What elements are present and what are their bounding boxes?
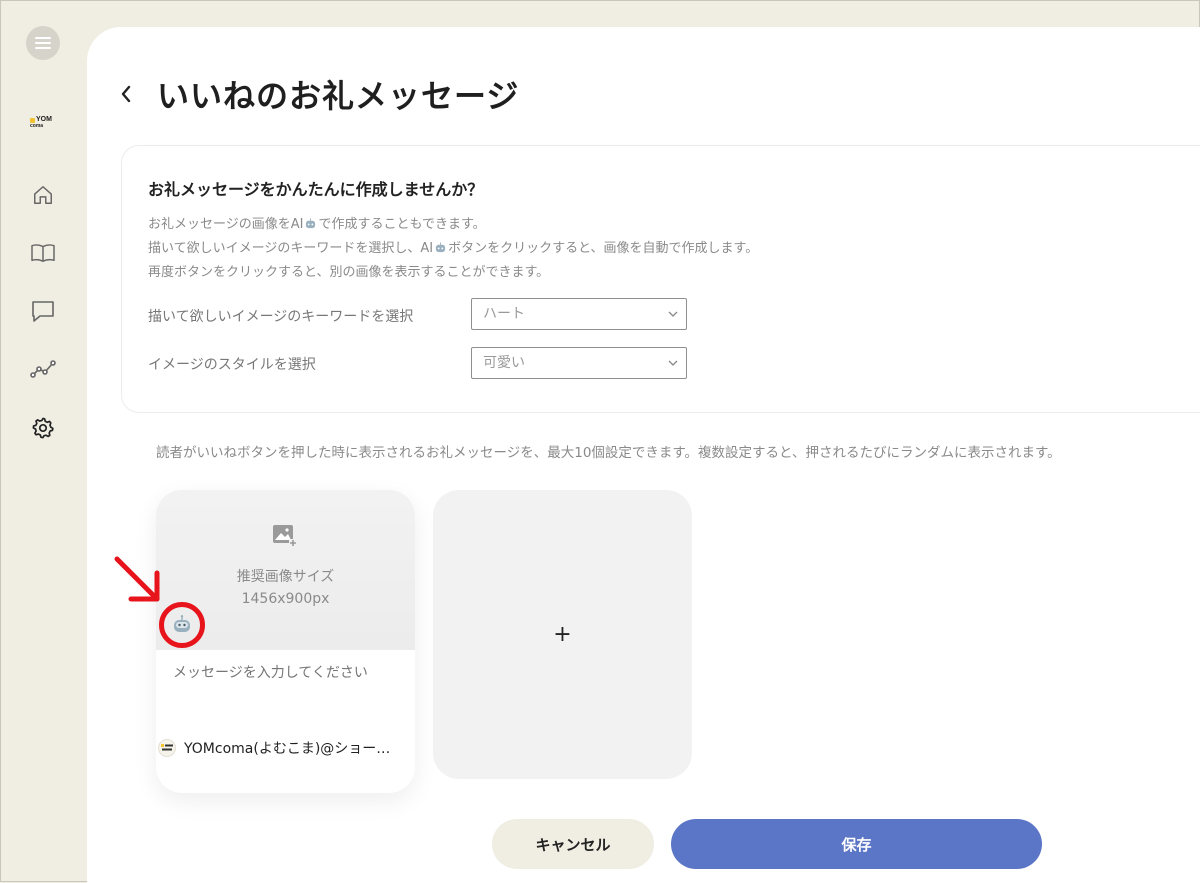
ai-bot-icon xyxy=(435,242,446,253)
yomcoma-logo[interactable]: YOM coma xyxy=(30,116,60,131)
plus-icon: + xyxy=(553,622,572,647)
ai-bot-icon xyxy=(306,218,316,229)
generator-description: お礼メッセージの画像をAI で作成することもできます。 描いて欲しいイメージのキー… xyxy=(148,217,759,280)
hamburger-menu-button[interactable] xyxy=(26,26,60,60)
chevron-down-icon xyxy=(668,360,678,366)
analytics-icon xyxy=(30,360,56,378)
add-message-card[interactable]: + xyxy=(433,490,692,779)
ai-generator-card: お礼メッセージをかんたんに作成しませんか？ お礼メッセージの画像をAI で作成する… xyxy=(121,145,1200,413)
generator-title: お礼メッセージをかんたんに作成しませんか？ xyxy=(148,180,484,199)
page-title: いいねのお礼メッセージ xyxy=(157,77,520,115)
style-label: イメージのスタイルを選択 xyxy=(148,357,316,373)
annotation-arrow-icon xyxy=(114,556,160,602)
sidebar-item-home[interactable] xyxy=(29,181,57,209)
message-input[interactable] xyxy=(173,661,403,683)
logo-text-bottom: coma xyxy=(30,123,44,129)
avatar xyxy=(158,739,176,757)
chevron-left-icon xyxy=(121,85,131,103)
author-info: YOMcoma(よむこま)@ショートマンガ xyxy=(158,738,408,758)
book-icon xyxy=(31,244,55,262)
sidebar-item-works[interactable] xyxy=(29,239,57,267)
recommended-size-value: 1456x900px xyxy=(241,591,330,607)
style-select-value: 可愛い xyxy=(483,355,525,371)
main-panel: いいねのお礼メッセージ お礼メッセージをかんたんに作成しませんか？ お礼メッセー… xyxy=(87,27,1200,883)
comment-icon xyxy=(32,301,54,322)
cancel-button[interactable]: キャンセル xyxy=(492,819,654,869)
chevron-down-icon xyxy=(668,311,678,317)
gear-icon xyxy=(32,417,54,439)
sidebar-item-comments[interactable] xyxy=(29,297,57,325)
keyword-select-value: ハート xyxy=(483,306,525,322)
add-image-icon xyxy=(273,525,297,547)
style-select[interactable]: 可愛い xyxy=(471,347,687,379)
keyword-select[interactable]: ハート xyxy=(471,298,687,330)
annotation-circle xyxy=(159,602,205,648)
home-icon xyxy=(34,186,52,204)
back-button[interactable] xyxy=(115,81,137,107)
yomcoma-logo-icon xyxy=(161,744,173,751)
save-button[interactable]: 保存 xyxy=(671,819,1042,869)
recommended-size-label: 推奨画像サイズ xyxy=(236,569,335,585)
keyword-label: 描いて欲しいイメージのキーワードを選択 xyxy=(148,309,414,325)
sidebar: YOM coma xyxy=(1,1,87,883)
sidebar-item-settings[interactable] xyxy=(29,414,57,442)
app-window: YOM coma いいねのお礼メッセージ お礼メッセージをかんたんに作成しません… xyxy=(0,0,1200,883)
author-name: YOMcoma(よむこま)@ショートマンガ xyxy=(184,741,402,757)
notice-text: 読者がいいねボタンを押した時に表示されるお礼メッセージを、最大10個設定できます… xyxy=(156,445,1061,461)
sidebar-item-analytics[interactable] xyxy=(29,355,57,383)
